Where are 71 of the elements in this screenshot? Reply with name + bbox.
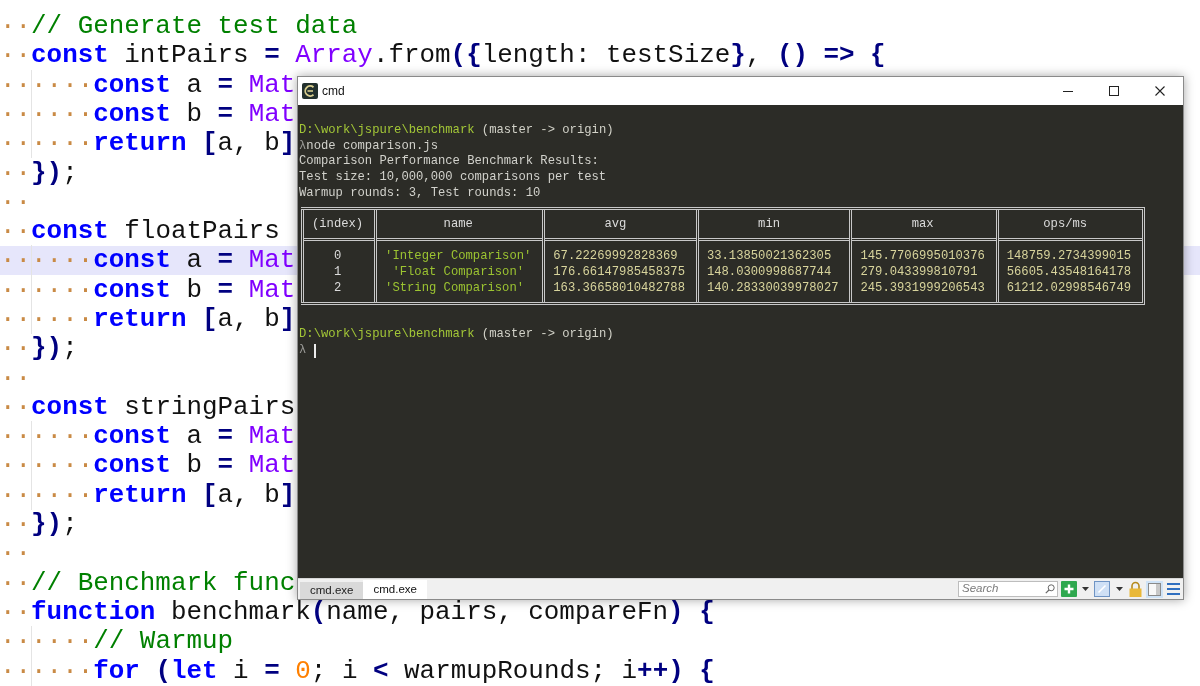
code-line: ··const intPairs = Array.from({length: testSize}, () => {	[0, 43, 886, 68]
code-line: ··	[0, 189, 32, 214]
output-line: Test size: 10,000,000 comparisons per test	[299, 170, 607, 186]
table-cell-text: 33.13850021362305	[705, 249, 833, 266]
code-line: ··const stringPairs	[0, 394, 296, 419]
table-cell-text: 'String Comparison'	[384, 280, 526, 297]
table-cell-text: 1	[332, 265, 343, 281]
table-cell-text: 0	[332, 249, 343, 266]
tab[interactable]: cmd.exe	[363, 580, 427, 599]
command-line: λnode comparison.js	[299, 138, 438, 155]
table-cell-text: 163.36658010482788	[552, 280, 686, 297]
table-cell-text: 140.28330039978027	[705, 280, 840, 297]
table-cell-text: 56605.43548164178	[1005, 265, 1133, 281]
table-cell-text: 61212.02998546749	[1005, 280, 1133, 297]
text-cursor-icon	[313, 343, 316, 358]
column-header: avg	[603, 216, 628, 234]
maximize-icon[interactable]	[1109, 86, 1119, 96]
code-line: ······return [a, b]	[0, 482, 296, 507]
table-cell-text: 145.7706995010376	[859, 249, 986, 266]
caret-icon[interactable]	[1082, 587, 1089, 591]
search-icon[interactable]	[1045, 584, 1055, 594]
code-line: ··});	[0, 160, 78, 185]
table-cell-text: 2	[332, 280, 343, 297]
code-line: ······const b = Mat	[0, 453, 296, 478]
code-line: ··// Generate test data	[0, 14, 358, 39]
code-line: ······const a = Mat	[0, 72, 296, 97]
code-line: ··	[0, 365, 32, 390]
menu-icon[interactable]	[1167, 583, 1180, 595]
table-cell-text: 67.22269992828369	[552, 249, 679, 266]
code-line: ··});	[0, 336, 78, 361]
caret-icon[interactable]	[1116, 587, 1123, 591]
prompt-line: D:\work\jspure\benchmark (master -> origin)	[299, 327, 614, 343]
minimize-icon[interactable]	[1063, 90, 1073, 92]
table-cell-text: 148.0300998687744	[705, 265, 833, 281]
code-line: ··function benchmark(name, pairs, compareFn) {	[0, 599, 715, 624]
code-line: ······// Warmup	[0, 629, 234, 654]
code-line: ······const a = Mat	[0, 248, 296, 273]
table-cell-text: 176.66147985458375	[552, 265, 686, 281]
code-line: ······const a = Mat	[0, 424, 296, 449]
tab[interactable]: cmd.exe	[300, 582, 364, 599]
code-line: ··	[0, 541, 32, 566]
column-header: ops/ms	[1042, 216, 1089, 234]
column-header: name	[442, 216, 474, 234]
code-line: ······return [a, b]	[0, 307, 296, 331]
output-line: Warmup rounds: 3, Test rounds: 10	[299, 185, 541, 202]
output-line: Comparison Performance Benchmark Results:	[299, 154, 599, 171]
code-line: ··// Benchmark func	[0, 570, 296, 595]
table-cell-text: 245.3931999206543	[859, 280, 986, 297]
column-header: (index)	[310, 216, 365, 234]
table-cell-text: 148759.2734399015	[1005, 249, 1133, 266]
window-title: cmd	[322, 83, 345, 100]
table-cell-text: 'Float Comparison'	[391, 265, 526, 281]
panels-icon[interactable]	[1146, 580, 1163, 598]
code-line: ······for (let i = 0; i < warmupRounds; i++) {	[0, 658, 715, 683]
close-icon[interactable]	[1155, 86, 1165, 96]
code-line: ··});	[0, 512, 78, 537]
window-icon[interactable]	[1094, 581, 1110, 597]
plus-icon[interactable]	[1061, 581, 1077, 597]
prompt-symbol: λ	[299, 342, 307, 359]
code-line: ······return [a, b]	[0, 131, 296, 156]
code-line: ······const b = Mat	[0, 277, 296, 302]
table-cell-text: 279.043399810791	[859, 265, 979, 281]
code-line: ··const floatPairs	[0, 219, 280, 244]
table-cell-text: 'Integer Comparison'	[384, 249, 533, 266]
code-line: ······const b = Mat	[0, 101, 296, 126]
lock-icon[interactable]	[1128, 581, 1143, 597]
column-header: max	[910, 216, 935, 234]
app-logo-icon	[302, 83, 318, 99]
column-header: min	[757, 216, 781, 234]
prompt-line: D:\work\jspure\benchmark (master -> origin)	[299, 123, 614, 139]
search-field[interactable]: Search	[958, 581, 1058, 597]
